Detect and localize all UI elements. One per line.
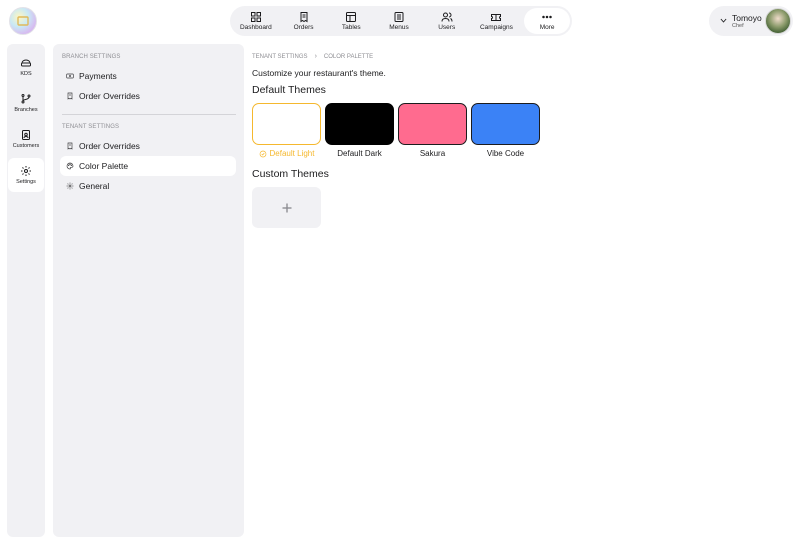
- dashboard-icon: [250, 11, 261, 22]
- top-navigation: Dashboard Orders Tables Menus Users Camp…: [230, 6, 572, 36]
- breadcrumb-item: COLOR PALETTE: [323, 53, 374, 60]
- breadcrumb-item[interactable]: TENANT SETTINGS: [252, 54, 308, 60]
- rail-item-branches[interactable]: Branches: [8, 86, 44, 120]
- rail-label: Branches: [14, 107, 38, 113]
- tables-icon: [346, 11, 357, 22]
- nav-label: Campaigns: [479, 23, 513, 31]
- payments-icon: [66, 73, 74, 79]
- user-name: Tomoyo: [732, 12, 762, 23]
- rail-item-settings[interactable]: Settings: [8, 158, 44, 192]
- panel-item-tenant-order-overrides[interactable]: Order Overrides: [60, 136, 236, 156]
- custom-themes-heading: Custom Themes: [252, 168, 329, 180]
- nav-menus[interactable]: Menus: [375, 8, 423, 34]
- logo-icon: [17, 16, 29, 26]
- nav-label: More: [539, 23, 555, 31]
- panel-item-label: Color Palette: [79, 161, 129, 171]
- rail-label: Settings: [16, 179, 36, 185]
- breadcrumb: TENANT SETTINGS › COLOR PALETTE: [252, 53, 373, 60]
- panel-item-label: Order Overrides: [79, 91, 140, 101]
- nav-users[interactable]: Users: [423, 8, 471, 34]
- chevron-right-icon: ›: [314, 53, 317, 60]
- rail-item-customers[interactable]: Customers: [8, 122, 44, 156]
- order-overrides-icon: [67, 142, 73, 150]
- divider: [62, 114, 236, 115]
- users-icon: [441, 12, 453, 22]
- more-icon: [542, 15, 552, 18]
- theme-swatch-default-dark[interactable]: [325, 103, 394, 145]
- panel-item-label: General: [79, 181, 110, 191]
- order-overrides-icon: [67, 92, 73, 100]
- panel-item-payments[interactable]: Payments: [60, 66, 236, 86]
- theme-label-text: Default Light: [269, 149, 315, 158]
- nav-label: Menus: [389, 23, 409, 31]
- settings-panel: BRANCH SETTINGS Payments Order Overrides…: [53, 44, 244, 537]
- theme-swatch-vibe-code[interactable]: [471, 103, 540, 145]
- branch-settings-title: BRANCH SETTINGS: [62, 54, 121, 60]
- add-custom-theme-button[interactable]: [252, 187, 321, 228]
- tenant-settings-title: TENANT SETTINGS: [62, 124, 120, 130]
- rail-label: KDS: [20, 71, 32, 77]
- theme-swatch-sakura[interactable]: [398, 103, 467, 145]
- branches-icon: [21, 94, 31, 104]
- panel-item-label: Payments: [79, 71, 117, 81]
- theme-label-sakura: Sakura: [419, 149, 446, 158]
- nav-dashboard[interactable]: Dashboard: [232, 8, 280, 34]
- panel-item-branch-order-overrides[interactable]: Order Overrides: [60, 86, 236, 106]
- kds-icon: [21, 59, 31, 67]
- panel-item-general[interactable]: General: [60, 176, 236, 196]
- chevron-down-icon: [719, 12, 728, 30]
- app-logo[interactable]: [9, 7, 37, 35]
- left-rail: KDS Branches Customers Settings: [7, 44, 45, 537]
- user-menu[interactable]: Tomoyo Chef: [709, 6, 793, 36]
- theme-swatch-default-light[interactable]: [252, 103, 321, 145]
- check-circle-icon: [259, 150, 266, 157]
- nav-more[interactable]: More: [524, 8, 571, 34]
- palette-icon: [66, 162, 74, 170]
- campaigns-icon: [491, 13, 502, 21]
- page-subtitle: Customize your restaurant's theme.: [252, 68, 386, 78]
- rail-item-kds[interactable]: KDS: [8, 50, 44, 84]
- user-role: Chef: [732, 22, 744, 29]
- theme-label-default-light: Default Light: [252, 149, 321, 158]
- default-themes-heading: Default Themes: [252, 84, 326, 96]
- theme-label-default-dark: Default Dark: [337, 149, 382, 158]
- nav-tables[interactable]: Tables: [327, 8, 375, 34]
- nav-label: Users: [438, 23, 456, 31]
- nav-orders[interactable]: Orders: [280, 8, 328, 34]
- nav-campaigns[interactable]: Campaigns: [471, 8, 523, 34]
- avatar[interactable]: [765, 8, 791, 34]
- customers-icon: [22, 130, 30, 140]
- panel-item-label: Order Overrides: [79, 141, 140, 151]
- menus-icon: [394, 11, 404, 22]
- rail-label: Customers: [12, 143, 40, 149]
- panel-item-color-palette[interactable]: Color Palette: [60, 156, 236, 176]
- nav-label: Tables: [341, 23, 361, 31]
- settings-icon: [21, 166, 31, 176]
- nav-label: Orders: [293, 23, 314, 31]
- theme-label-vibe-code: Vibe Code: [486, 149, 525, 158]
- orders-icon: [300, 11, 308, 22]
- plus-icon: [282, 203, 291, 212]
- gear-icon: [66, 182, 74, 190]
- nav-label: Dashboard: [239, 23, 272, 31]
